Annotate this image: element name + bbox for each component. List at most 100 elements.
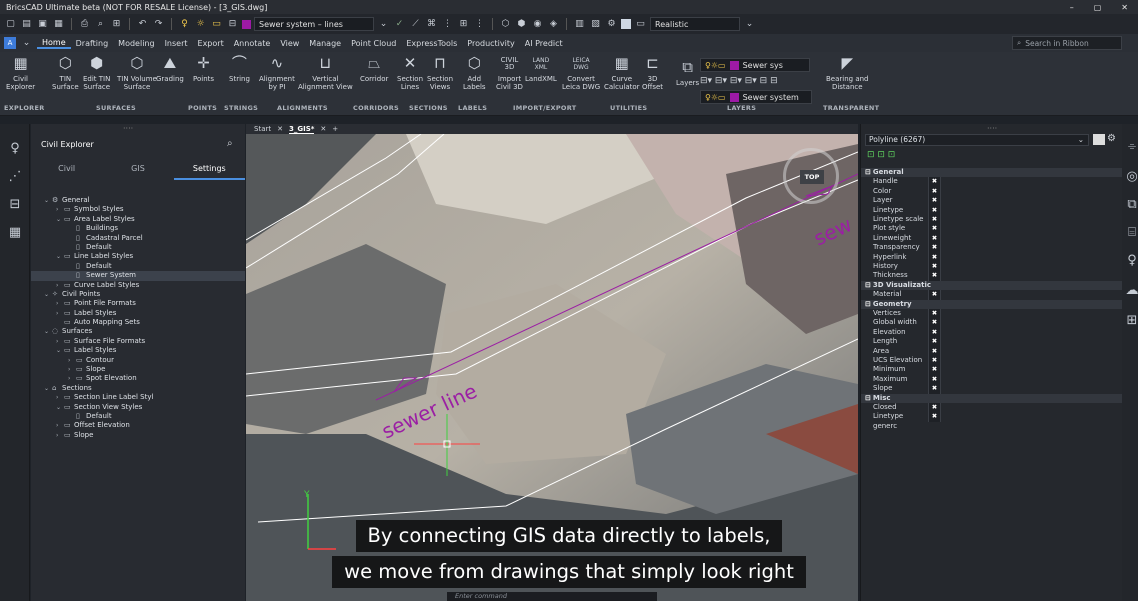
add-labels-button[interactable]: ⬡ Add Labels bbox=[463, 54, 486, 91]
varies-value-icon[interactable]: ✖ bbox=[929, 262, 941, 272]
alignment-by-pi-button[interactable]: ∿ Alignment by PI bbox=[259, 54, 295, 91]
property-row[interactable]: Length ✖ bbox=[861, 337, 1123, 347]
property-row[interactable]: Lineweight ✖ bbox=[861, 233, 1123, 244]
tree-node[interactable]: › ▭ Section Line Label Styl bbox=[31, 393, 245, 402]
chevron-down-icon[interactable]: ⌄ bbox=[44, 196, 52, 205]
varies-value-icon[interactable]: ✖ bbox=[929, 186, 941, 197]
tab-point-cloud[interactable]: Point Cloud bbox=[346, 39, 401, 48]
tree-node[interactable]: › ▭ Slope bbox=[31, 431, 245, 440]
drawing-canvas[interactable]: sewer line sew Y bbox=[246, 134, 858, 601]
chevron-down-icon[interactable]: ⌄ bbox=[44, 327, 52, 336]
cube-edit-icon[interactable]: ⬢ bbox=[515, 18, 528, 31]
structure-icon[interactable]: ⊞ bbox=[1124, 312, 1138, 328]
3d-offset-button[interactable]: ⊏ 3D Offset bbox=[642, 54, 663, 91]
section-views-button[interactable]: ⊓ Section Views bbox=[427, 54, 453, 91]
chevron-down-icon[interactable]: ⌄ bbox=[743, 18, 756, 31]
app-menu-icon[interactable]: A bbox=[4, 37, 16, 49]
lightbulb-icon[interactable]: ♀ bbox=[178, 18, 191, 31]
varies-value-icon[interactable]: ✖ bbox=[929, 215, 941, 225]
tree-node[interactable]: ▯ Cadastral Parcel bbox=[31, 234, 245, 243]
varies-value-icon[interactable]: ✖ bbox=[929, 337, 941, 347]
property-row[interactable]: History ✖ bbox=[861, 262, 1123, 272]
selection-tools-icon[interactable]: ⊡ ⊡ ⊡ bbox=[867, 150, 895, 160]
property-row[interactable]: Linetype ✖ bbox=[861, 205, 1123, 215]
property-row[interactable]: Area ✖ bbox=[861, 346, 1123, 356]
close-icon[interactable]: ✕ bbox=[277, 125, 283, 133]
printer-layer-icon[interactable]: ⊟ bbox=[226, 18, 239, 31]
tab-home[interactable]: Home bbox=[37, 38, 71, 49]
property-row[interactable]: Plot style ✖ bbox=[861, 224, 1123, 234]
tree-node[interactable]: ▯ Default bbox=[31, 262, 245, 271]
visual-style-icon[interactable]: ▭ bbox=[634, 18, 647, 31]
doc-tab-start[interactable]: Start bbox=[254, 125, 271, 133]
tree-node[interactable]: ▭ Auto Mapping Sets bbox=[31, 318, 245, 327]
tab-ai-predict[interactable]: AI Predict bbox=[520, 39, 568, 48]
tree-node[interactable]: ⌄ ◌ Surfaces bbox=[31, 327, 245, 336]
varies-value-icon[interactable]: ✖ bbox=[929, 309, 941, 319]
chevron-right-icon[interactable]: › bbox=[68, 365, 76, 374]
layer-tools-row[interactable]: ⊟▾ ⊟▾ ⊟▾ ⊟▾ ⊟ ⊟ bbox=[700, 76, 778, 86]
property-row[interactable]: Closed ✖ bbox=[861, 403, 1123, 413]
chevron-right-icon[interactable]: › bbox=[68, 356, 76, 365]
property-row[interactable]: Slope ✖ bbox=[861, 384, 1123, 394]
tree-node[interactable]: › ▭ Offset Elevation bbox=[31, 421, 245, 430]
chevron-right-icon[interactable]: › bbox=[56, 337, 64, 346]
property-row[interactable]: UCS Elevation ✖ bbox=[861, 356, 1123, 366]
tab-manage[interactable]: Manage bbox=[304, 39, 346, 48]
tree-node[interactable]: › ▭ Contour bbox=[31, 356, 245, 365]
doc-tab-3-gis[interactable]: 3_GIS* bbox=[288, 125, 315, 134]
property-category[interactable]: ⊟ Geometry bbox=[861, 299, 1123, 309]
varies-value-icon[interactable]: ✖ bbox=[929, 271, 941, 281]
match-icon[interactable]: ✓ bbox=[393, 18, 406, 31]
varies-value-icon[interactable]: ✖ bbox=[929, 384, 941, 394]
material-icon[interactable]: ◈ bbox=[547, 18, 560, 31]
vertical-alignment-button[interactable]: ⊔ Vertical Alignment View bbox=[298, 54, 353, 91]
tree-node[interactable]: ⌄ ▭ Label Styles bbox=[31, 346, 245, 355]
chevron-down-icon[interactable]: ⌄ bbox=[56, 252, 64, 261]
civil-explorer-icon[interactable]: ▦ bbox=[7, 224, 23, 240]
varies-value-icon[interactable]: ✖ bbox=[929, 374, 941, 385]
layer-combo[interactable]: Sewer system – lines bbox=[254, 17, 374, 31]
tree-node[interactable]: ⌄ ⚙ General bbox=[31, 196, 245, 205]
chevron-down-icon[interactable]: ⌄ bbox=[56, 403, 64, 412]
landxml-button[interactable]: LAND XML LandXML bbox=[525, 54, 557, 84]
search-icon[interactable]: ⌕ bbox=[227, 138, 233, 149]
tab-view[interactable]: View bbox=[275, 39, 304, 48]
grading-button[interactable]: ⛰ Grading bbox=[156, 54, 184, 84]
property-row[interactable]: Color ✖ bbox=[861, 186, 1123, 197]
property-row[interactable]: Vertices ✖ bbox=[861, 309, 1123, 319]
selection-combo[interactable]: Polyline (6267) ⌄ bbox=[865, 134, 1089, 146]
chevron-right-icon[interactable]: › bbox=[56, 205, 64, 214]
collapse-icon[interactable]: ⊟ bbox=[861, 394, 871, 403]
convert-leica-button[interactable]: LEICA DWG Convert Leica DWG bbox=[562, 54, 600, 91]
settings-icon[interactable]: ⚙ bbox=[605, 18, 618, 31]
chevron-right-icon[interactable]: › bbox=[56, 309, 64, 318]
varies-value-icon[interactable]: ✖ bbox=[929, 233, 941, 244]
chevron-right-icon[interactable]: › bbox=[68, 374, 76, 383]
tab-gis[interactable]: GIS bbox=[102, 160, 173, 180]
save-icon[interactable]: ▣ bbox=[36, 18, 49, 31]
structure-icon[interactable]: ⋰ bbox=[7, 168, 23, 184]
corridor-button[interactable]: ⏢ Corridor bbox=[360, 54, 388, 84]
tree-node[interactable]: › ▭ Symbol Styles bbox=[31, 205, 245, 214]
civil-explorer-button[interactable]: ▦ Civil Explorer bbox=[6, 54, 35, 91]
minimize-icon[interactable]: – bbox=[1070, 3, 1074, 12]
tree-node[interactable]: › ▭ Point File Formats bbox=[31, 299, 245, 308]
sun-icon[interactable]: ☼ bbox=[194, 18, 207, 31]
varies-value-icon[interactable]: ✖ bbox=[929, 403, 941, 413]
property-row[interactable]: Hyperlink ✖ bbox=[861, 252, 1123, 262]
varies-value-icon[interactable]: ✖ bbox=[929, 177, 941, 187]
import-civil3d-button[interactable]: CIVIL 3D Import Civil 3D bbox=[496, 54, 523, 91]
undo-icon[interactable]: ↶ bbox=[136, 18, 149, 31]
tab-expresstools[interactable]: ExpressTools bbox=[401, 39, 462, 48]
property-row[interactable]: Linetype generc ✖ bbox=[861, 412, 1123, 430]
tab-productivity[interactable]: Productivity bbox=[462, 39, 519, 48]
add-tab-icon[interactable]: + bbox=[332, 125, 338, 133]
tree-node[interactable]: ▯ Buildings bbox=[31, 224, 245, 233]
cube-icon[interactable]: ⬡ bbox=[499, 18, 512, 31]
chevron-right-icon[interactable]: › bbox=[56, 431, 64, 440]
print-icon[interactable]: ⎙ bbox=[78, 18, 91, 31]
tab-civil[interactable]: Civil bbox=[31, 160, 102, 180]
cloud-icon[interactable]: ☁ bbox=[1124, 282, 1138, 298]
save-as-icon[interactable]: ▦ bbox=[52, 18, 65, 31]
